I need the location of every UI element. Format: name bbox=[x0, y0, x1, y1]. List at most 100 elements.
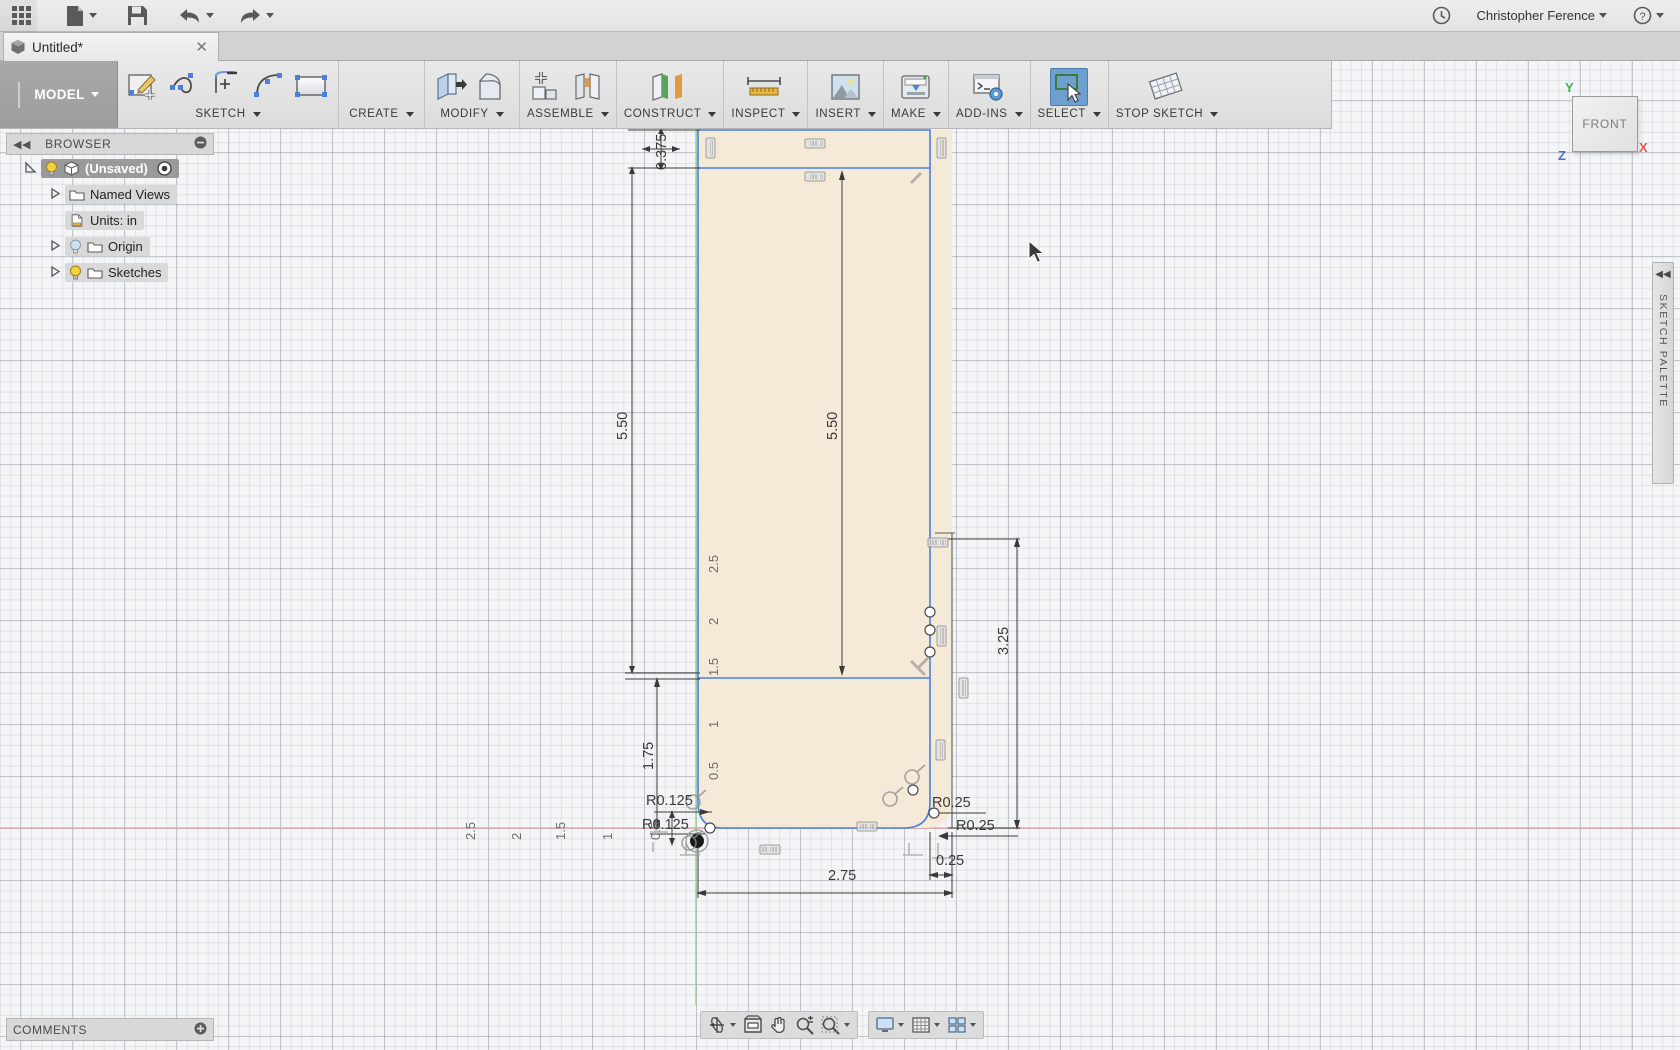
history-button[interactable] bbox=[1426, 0, 1457, 32]
measure-icon[interactable] bbox=[741, 68, 791, 106]
ribbon-label-inspect[interactable]: INSPECT bbox=[731, 108, 801, 120]
minus-circle-icon[interactable] bbox=[194, 136, 207, 152]
chevron-down-icon[interactable] bbox=[970, 1023, 976, 1027]
view-cube[interactable]: FRONT Y Z X bbox=[1540, 70, 1660, 180]
fillet-solid-icon[interactable] bbox=[474, 68, 512, 106]
ribbon-label-text: SELECT bbox=[1037, 108, 1086, 120]
radius-0125-b[interactable]: R0.125 bbox=[642, 817, 689, 833]
create-sketch-icon[interactable] bbox=[125, 68, 163, 106]
ribbon-label-text: INSPECT bbox=[731, 108, 786, 120]
ribbon-label-addins[interactable]: ADD-INS bbox=[956, 108, 1023, 120]
ribbon-group-addins: ADD-INS bbox=[949, 61, 1031, 128]
new-document-button[interactable] bbox=[59, 0, 103, 32]
dimension-275[interactable]: 2.75 bbox=[828, 868, 856, 884]
ribbon-label-assemble[interactable]: ASSEMBLE bbox=[527, 108, 609, 120]
3d-print-icon[interactable] bbox=[897, 68, 935, 106]
browser-item-pill[interactable]: (Unsaved) bbox=[41, 158, 179, 178]
help-button[interactable]: ? bbox=[1627, 0, 1670, 32]
sketch-palette-panel[interactable]: ◀◀ SKETCH PALETTE bbox=[1652, 262, 1674, 484]
ribbon-label-modify[interactable]: MODIFY bbox=[440, 108, 504, 120]
zoom-icon[interactable] bbox=[792, 1013, 818, 1037]
fusion360-window: 2.5 2 1.5 1 0.5 2.5 2 1.5 1 0.5 0.375 5.… bbox=[0, 0, 1680, 1050]
expander-collapsed-icon[interactable] bbox=[48, 265, 62, 279]
ruler-y-1: 1 bbox=[706, 720, 721, 728]
browser-item-units[interactable]: Units: in bbox=[6, 207, 214, 233]
browser-item-unsaved[interactable]: (Unsaved) bbox=[6, 155, 214, 181]
browser-item-sketches[interactable]: Sketches bbox=[6, 259, 214, 285]
browser-title: BROWSER bbox=[45, 137, 112, 151]
chevron-down-icon[interactable] bbox=[934, 1023, 940, 1027]
stop-sketch-icon[interactable] bbox=[1144, 68, 1190, 106]
display-settings-icon[interactable] bbox=[872, 1013, 898, 1037]
dimension-025[interactable]: 0.25 bbox=[936, 853, 964, 869]
light-bulb-on-icon[interactable] bbox=[69, 265, 82, 280]
view-cube-front-face[interactable]: FRONT bbox=[1572, 96, 1638, 152]
spline-icon[interactable] bbox=[167, 68, 205, 106]
look-at-icon[interactable] bbox=[740, 1013, 766, 1037]
dimension-0375[interactable]: 0.375 bbox=[654, 134, 670, 170]
dimension-325[interactable]: 3.25 bbox=[996, 627, 1012, 655]
target-icon[interactable] bbox=[157, 160, 172, 176]
insert-image-icon[interactable] bbox=[827, 68, 865, 106]
redo-button[interactable] bbox=[232, 0, 280, 32]
grid-snap-icon[interactable] bbox=[908, 1013, 934, 1037]
new-component-icon[interactable] bbox=[528, 68, 566, 106]
expander-collapsed-icon[interactable] bbox=[48, 187, 62, 201]
browser-item-pill[interactable]: Origin bbox=[65, 236, 150, 256]
dimension-550-inner[interactable]: 5.50 bbox=[825, 412, 841, 440]
ribbon-label-insert[interactable]: INSERT bbox=[815, 108, 877, 120]
user-menu[interactable]: Christopher Ference bbox=[1471, 0, 1614, 32]
collapse-left-icon[interactable]: ◀◀ bbox=[13, 138, 31, 151]
chevron-down-icon bbox=[868, 111, 877, 117]
close-icon[interactable]: ✕ bbox=[191, 38, 212, 56]
browser-item-origin[interactable]: Origin bbox=[6, 233, 214, 259]
extrude-icon[interactable] bbox=[432, 68, 470, 106]
expander-expanded-icon[interactable] bbox=[24, 161, 38, 175]
save-button[interactable] bbox=[121, 0, 154, 32]
plus-circle-icon[interactable] bbox=[194, 1022, 207, 1038]
browser-item-pill[interactable]: Units: in bbox=[65, 210, 144, 230]
radius-0125-a[interactable]: R0.125 bbox=[646, 793, 693, 809]
ribbon-label-text: SKETCH bbox=[195, 108, 246, 120]
select-window-icon[interactable] bbox=[1050, 68, 1089, 106]
undo-button[interactable] bbox=[172, 0, 220, 32]
dimension-175[interactable]: 1.75 bbox=[641, 742, 657, 770]
chevron-down-icon[interactable] bbox=[898, 1023, 904, 1027]
sketch-canvas[interactable] bbox=[0, 0, 1680, 1050]
document-tab[interactable]: Untitled* ✕ bbox=[3, 32, 219, 61]
browser-item-label: Sketches bbox=[108, 264, 162, 280]
collapse-left-icon[interactable]: ◀◀ bbox=[1655, 269, 1670, 280]
ribbon-label-text: ASSEMBLE bbox=[527, 108, 594, 120]
ribbon-label-sketch[interactable]: SKETCH bbox=[195, 108, 261, 120]
fillet-icon[interactable] bbox=[251, 68, 289, 106]
ribbon-label-select[interactable]: SELECT bbox=[1038, 108, 1101, 120]
ribbon-label-make[interactable]: MAKE bbox=[891, 108, 942, 120]
apps-grid-button[interactable] bbox=[0, 0, 37, 32]
joint-icon[interactable] bbox=[570, 68, 608, 106]
orbit-icon[interactable] bbox=[704, 1013, 730, 1037]
comments-panel[interactable]: COMMENTS bbox=[6, 1018, 214, 1041]
pan-icon[interactable] bbox=[766, 1013, 792, 1037]
dimension-550-left[interactable]: 5.50 bbox=[615, 412, 631, 440]
script-addin-icon[interactable] bbox=[970, 68, 1008, 106]
browser-item-named-views[interactable]: Named Views bbox=[6, 181, 214, 207]
light-bulb-off-icon[interactable] bbox=[69, 239, 82, 254]
ribbon-label-create[interactable]: CREATE bbox=[349, 108, 414, 120]
expander-collapsed-icon[interactable] bbox=[48, 239, 62, 253]
radius-025-b[interactable]: R0.25 bbox=[956, 818, 995, 834]
ribbon-label-stop-sketch[interactable]: STOP SKETCH bbox=[1116, 108, 1219, 120]
light-bulb-on-icon[interactable] bbox=[45, 161, 58, 176]
arc-icon[interactable] bbox=[209, 68, 247, 106]
workspace-selector[interactable]: MODEL bbox=[0, 61, 118, 128]
ribbon-label-construct[interactable]: CONSTRUCT bbox=[624, 108, 717, 120]
zoom-window-icon[interactable] bbox=[818, 1013, 844, 1037]
offset-plane-icon[interactable] bbox=[644, 68, 696, 106]
chevron-down-icon[interactable] bbox=[730, 1023, 736, 1027]
radius-025-a[interactable]: R0.25 bbox=[932, 795, 971, 811]
viewports-icon[interactable] bbox=[944, 1013, 970, 1037]
browser-item-pill[interactable]: Sketches bbox=[65, 262, 169, 282]
rectangle-icon[interactable] bbox=[293, 68, 331, 106]
chevron-down-icon[interactable] bbox=[844, 1023, 850, 1027]
browser-item-pill[interactable]: Named Views bbox=[65, 184, 177, 204]
ruler-y-1-5: 1.5 bbox=[706, 657, 721, 676]
